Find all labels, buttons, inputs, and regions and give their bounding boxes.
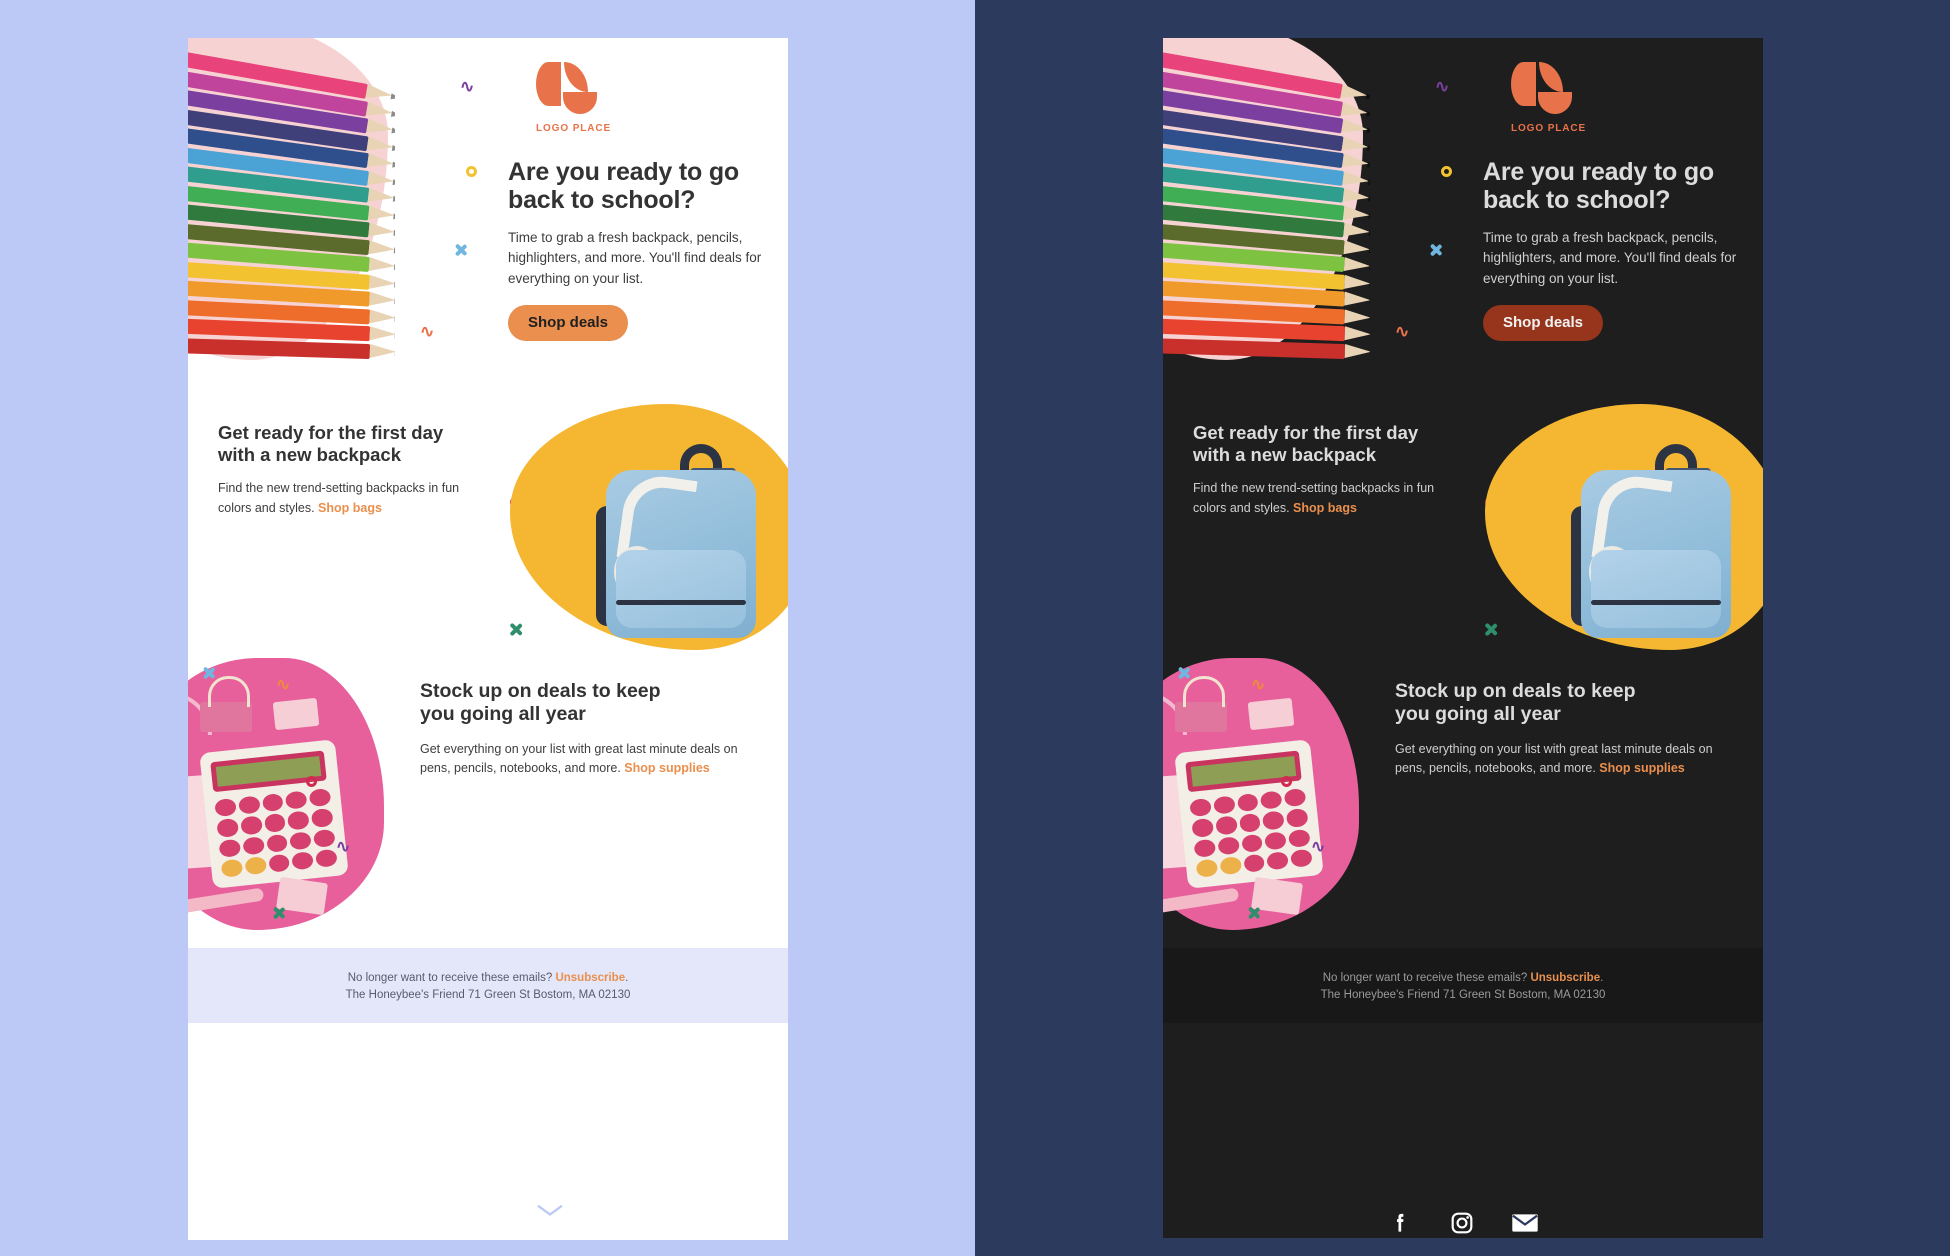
instagram-icon[interactable] (1449, 1210, 1475, 1236)
hero-copy: Are you ready to go back to school? Time… (418, 134, 788, 341)
hero-section: ∿ ∿ LOGO PLACE Are you ready to go back … (1163, 38, 1763, 400)
leaf-petals-logo-icon (536, 62, 597, 118)
eraser (1247, 697, 1295, 731)
footer-prefix: No longer want to receive these emails? (1322, 972, 1531, 984)
logo-text: LOGO PLACE (1511, 123, 1587, 134)
backpack-heading: Get ready for the first day with a new b… (1193, 422, 1419, 466)
logo-petal-right (564, 62, 588, 92)
facebook-icon[interactable] (412, 1200, 438, 1226)
email-preview-dark: ∿ ∿ LOGO PLACE Are you ready to go back … (1163, 38, 1763, 1238)
unsubscribe-link[interactable]: Unsubscribe (555, 972, 625, 984)
backpack-pocket (1591, 550, 1721, 628)
hero-right-column: LOGO PLACE Are you ready to go back to s… (418, 38, 788, 341)
supplies-copy: Stock up on deals to keep you going all … (420, 680, 750, 779)
facebook-icon[interactable] (1387, 1210, 1413, 1236)
calculator-image (1163, 658, 1359, 930)
shop-bags-link[interactable]: Shop bags (1293, 501, 1357, 515)
supplies-heading: Stock up on deals to keep you going all … (1395, 680, 1636, 726)
logo-petal-bottom (563, 92, 597, 114)
footer-address: The Honeybee's Friend 71 Green St Bostom… (1320, 988, 1606, 1001)
unsubscribe-link[interactable]: Unsubscribe (1530, 972, 1600, 984)
footer-address: The Honeybee's Friend 71 Green St Bostom… (345, 988, 631, 1001)
calculator-screen (1185, 750, 1302, 793)
light-theme-pane: ∿ ∿ LOGO PLACE Are you ready to go back … (0, 0, 975, 1256)
calculator-keys (214, 788, 338, 878)
email-preview-light: ∿ ∿ LOGO PLACE Are you ready to go back … (188, 38, 788, 1240)
backpack-copy: Get ready for the first day with a new b… (188, 400, 488, 518)
eraser (276, 876, 328, 916)
backpack-copy: Get ready for the first day with a new b… (1163, 400, 1463, 518)
supplies-copy: Stock up on deals to keep you going all … (1395, 680, 1725, 779)
hero-section: ∿ ∿ LOGO PLACE Are you ready to go back … (188, 38, 788, 400)
shop-deals-button[interactable]: Shop deals (1483, 304, 1604, 341)
shop-deals-button[interactable]: Shop deals (508, 304, 629, 341)
calculator-keys (1189, 788, 1313, 878)
logo-petal-bottom (1538, 92, 1572, 114)
email-icon[interactable] (536, 1200, 564, 1226)
logo-text: LOGO PLACE (536, 123, 612, 134)
footer-unsubscribe-line: No longer want to receive these emails? … (1173, 970, 1753, 987)
instagram-icon[interactable] (474, 1200, 500, 1226)
hero-body: Time to grab a fresh backpack, pencils, … (1483, 230, 1737, 286)
calculator-screen (210, 750, 327, 793)
calculator (1174, 739, 1324, 889)
x-doodle (1483, 622, 1498, 637)
footer-prefix: No longer want to receive these emails? (347, 972, 556, 984)
logo[interactable]: LOGO PLACE (1393, 38, 1763, 134)
logo-petal-right (1539, 62, 1563, 92)
backpack-pocket (616, 550, 746, 628)
hero-body: Time to grab a fresh backpack, pencils, … (508, 230, 762, 286)
supplies-body: Get everything on your list with great l… (1395, 740, 1725, 779)
backpack-image (568, 414, 788, 658)
calculator-image (188, 658, 384, 930)
eraser (272, 697, 320, 731)
colored-pencils-image (188, 44, 395, 374)
x-doodle (508, 622, 523, 637)
logo[interactable]: LOGO PLACE (418, 38, 788, 134)
pen (188, 887, 265, 918)
backpack-zipper (616, 600, 746, 605)
shop-supplies-link[interactable]: Shop supplies (1599, 761, 1684, 775)
calculator (199, 739, 349, 889)
supplies-section: ∿ ∿ Stock up on deals to keep you going … (188, 658, 788, 948)
dark-theme-pane: ∿ ∿ LOGO PLACE Are you ready to go back … (975, 0, 1950, 1256)
footer-unsubscribe-line: No longer want to receive these emails? … (198, 970, 778, 987)
email-footer: No longer want to receive these emails? … (1163, 948, 1763, 1024)
backpack-heading: Get ready for the first day with a new b… (218, 422, 444, 466)
footer-suffix: . (1600, 972, 1604, 984)
colored-pencils-image (1163, 44, 1370, 374)
backpack-image (1543, 414, 1763, 658)
supplies-section: ∿ ∿ Stock up on deals to keep you going … (1163, 658, 1763, 948)
supplies-heading: Stock up on deals to keep you going all … (420, 680, 661, 726)
hero-heading: Are you ready to go back to school? (1483, 158, 1714, 214)
hero-heading: Are you ready to go back to school? (508, 158, 739, 214)
binder-clip (200, 676, 252, 732)
eraser (1251, 876, 1303, 916)
social-links-dark (1163, 1180, 1763, 1236)
supplies-body: Get everything on your list with great l… (420, 740, 750, 779)
backpack-zipper (1591, 600, 1721, 605)
leaf-petals-logo-icon (1511, 62, 1572, 118)
backpack-section: Get ready for the first day with a new b… (188, 400, 788, 658)
footer-suffix: . (625, 972, 629, 984)
logo-petal-left (536, 62, 561, 106)
backpack-body: Find the new trend-setting backpacks in … (218, 479, 488, 518)
hero-copy: Are you ready to go back to school? Time… (1393, 134, 1763, 341)
email-footer: No longer want to receive these emails? … (188, 948, 788, 1024)
shop-supplies-link[interactable]: Shop supplies (624, 761, 709, 775)
pen (1163, 887, 1240, 918)
social-links-light (188, 1170, 788, 1226)
shop-bags-link[interactable]: Shop bags (318, 501, 382, 515)
binder-clip (1175, 676, 1227, 732)
backpack-section: Get ready for the first day with a new b… (1163, 400, 1763, 658)
logo-petal-left (1511, 62, 1536, 106)
hero-right-column: LOGO PLACE Are you ready to go back to s… (1393, 38, 1763, 341)
email-icon[interactable] (1511, 1210, 1539, 1236)
backpack-body: Find the new trend-setting backpacks in … (1193, 479, 1463, 518)
